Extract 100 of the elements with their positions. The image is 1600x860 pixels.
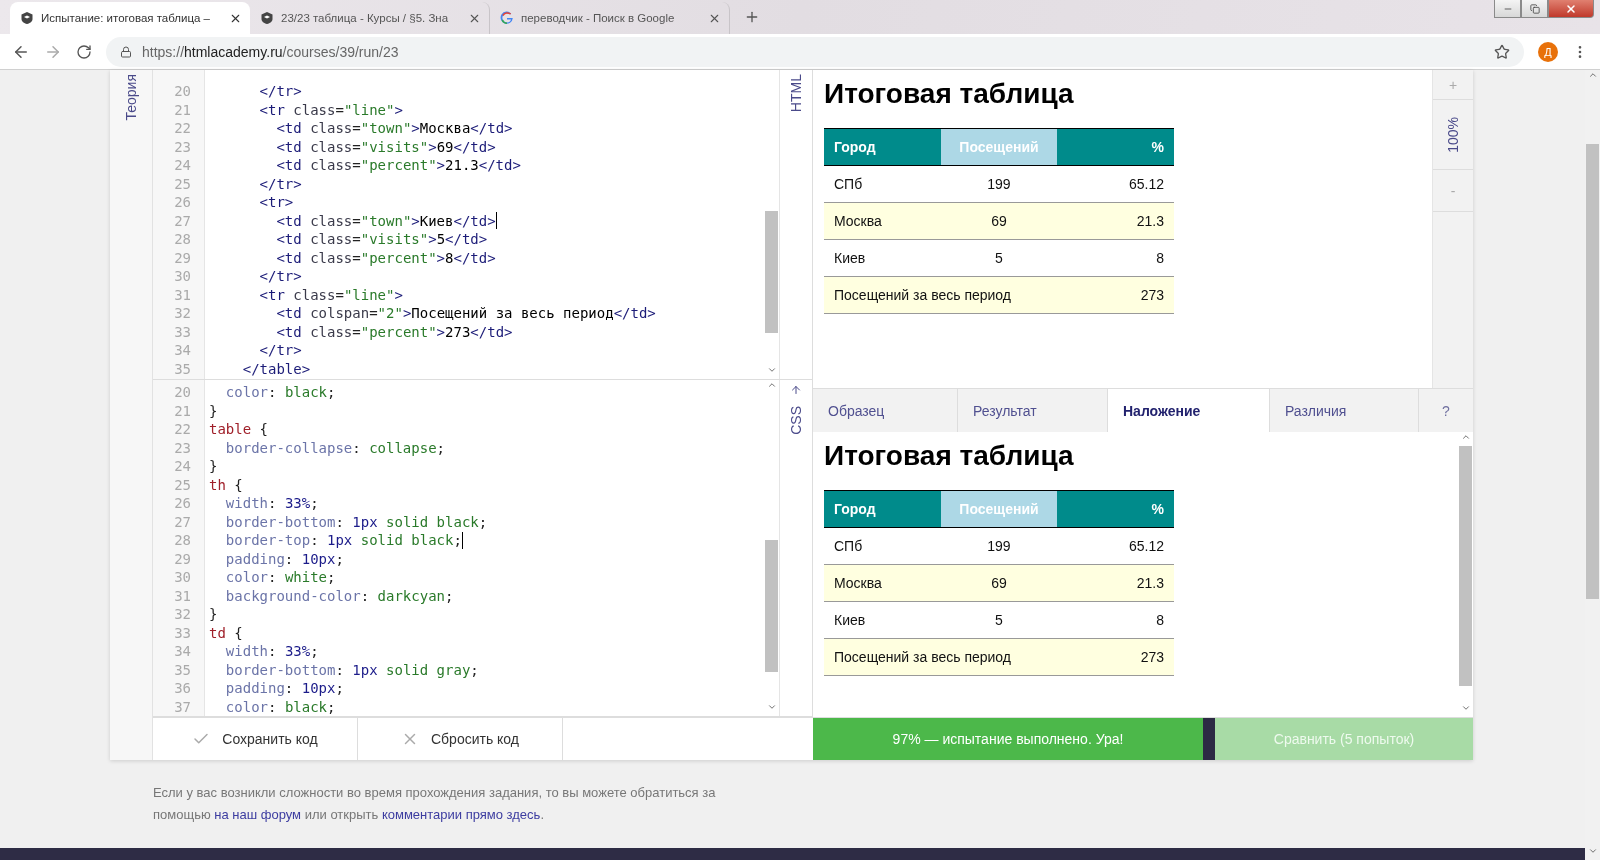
table-header-cell: Посещений	[940, 128, 1058, 166]
link[interactable]: на наш форум	[214, 807, 302, 822]
line-number: 22	[173, 420, 192, 439]
line-number: 23	[173, 137, 192, 156]
line-number: 31	[173, 586, 192, 605]
line-number: 35	[173, 660, 192, 679]
line-number: 34	[173, 642, 192, 661]
table-cell: 21.3	[1057, 202, 1174, 240]
line-number: 35	[173, 359, 192, 378]
code-line: <tr class="line">	[258, 100, 403, 119]
scroll-down-icon[interactable]	[766, 365, 777, 375]
editor-label[interactable]: HTML	[788, 74, 804, 113]
new-tab-icon[interactable]	[744, 9, 760, 25]
theory-tab[interactable]: Теория	[123, 74, 139, 121]
line-number: 30	[173, 267, 192, 286]
minimize-button[interactable]	[1494, 0, 1521, 18]
table-cell: Москва	[824, 564, 941, 602]
shield-icon	[260, 11, 274, 25]
view-tab[interactable]: Наложение	[1108, 389, 1270, 432]
table-cell: Посещений за весь период	[824, 638, 1058, 676]
lock-icon	[120, 45, 132, 58]
code-line: padding: 10px;	[224, 549, 344, 568]
table-cell: 5	[940, 601, 1058, 639]
scroll-down-icon[interactable]	[1460, 703, 1471, 713]
status-banner: 97% — испытание выполнено. Ура!	[813, 718, 1203, 760]
code-line: <td class="visits">5</td>	[275, 230, 488, 249]
zoom-level: 100%	[1445, 116, 1461, 153]
browser-tab[interactable]: Испытание: итоговая таблица –	[10, 2, 250, 34]
code-line: }	[209, 457, 218, 476]
line-number: 34	[173, 341, 192, 360]
table-header-cell: %	[1057, 490, 1174, 528]
code-line: border-bottom: 1px solid gray;	[224, 660, 479, 679]
line-number: 23	[173, 438, 192, 457]
line-number: 27	[173, 211, 192, 230]
line-number: 25	[173, 174, 192, 193]
line-number: 20	[173, 82, 192, 101]
code-line: th {	[209, 475, 243, 494]
reset-button[interactable]: Сбросить код	[358, 718, 563, 760]
line-number: 28	[173, 531, 192, 550]
code-line: width: 33%;	[224, 494, 319, 513]
code-line: border-bottom: 1px solid black;	[224, 512, 488, 531]
table-cell: 69	[940, 202, 1058, 240]
code-line: <td class="percent">273</td>	[275, 322, 513, 341]
line-number: 26	[173, 193, 192, 212]
code-line: </table>	[241, 359, 311, 378]
scroll-up-icon[interactable]	[1460, 432, 1471, 442]
line-number: 30	[173, 568, 192, 587]
line-number: 31	[173, 285, 192, 304]
save-button[interactable]: Сохранить код	[153, 718, 358, 760]
code-line: background-color: darkcyan;	[224, 586, 454, 605]
line-number: 27	[173, 512, 192, 531]
shield-icon	[20, 11, 34, 25]
code-line: <tr>	[258, 193, 294, 212]
code-line: border-collapse: collapse;	[224, 438, 446, 457]
scrollbar[interactable]	[1458, 432, 1473, 717]
scroll-up-icon[interactable]	[1587, 70, 1598, 80]
arrow-up-icon[interactable]	[790, 384, 802, 396]
preview-heading: Итоговая таблица	[824, 439, 1074, 473]
line-number: 25	[173, 475, 192, 494]
table-cell: 8	[1057, 601, 1174, 639]
table-cell: Киев	[824, 601, 941, 639]
code-line: table {	[209, 420, 268, 439]
reload-icon[interactable]	[76, 43, 92, 60]
preview-heading: Итоговая таблица	[824, 77, 1074, 111]
restore-button[interactable]	[1521, 0, 1548, 18]
table-cell: 199	[940, 165, 1058, 203]
scroll-down-icon[interactable]	[1587, 846, 1598, 856]
code-line: <td class="town">Киев</td>	[275, 211, 496, 230]
line-number: 22	[173, 119, 192, 138]
line-number: 24	[173, 457, 192, 476]
code-line: </tr>	[258, 174, 302, 193]
table-header-cell: Город	[824, 128, 941, 166]
line-number: 29	[173, 248, 192, 267]
line-number: 29	[173, 549, 192, 568]
code-line: color: black;	[224, 383, 336, 402]
code-line: <td class="visits">69</td>	[275, 137, 496, 156]
table-header-cell: %	[1057, 128, 1174, 166]
scroll-down-icon[interactable]	[766, 702, 777, 712]
line-number: 32	[173, 605, 192, 624]
table-cell: 65.12	[1057, 165, 1174, 203]
editor-label[interactable]: CSS	[788, 406, 804, 435]
table-cell: Москва	[824, 202, 941, 240]
code-line: </tr>	[258, 82, 302, 101]
code-line: color: white;	[224, 568, 336, 587]
code-line: <td class="town">Москва</td>	[275, 119, 513, 138]
code-line: td {	[209, 623, 243, 642]
line-number: 32	[173, 304, 192, 323]
code-line: }	[209, 605, 218, 624]
star-icon[interactable]	[1494, 43, 1510, 60]
line-number: 36	[173, 679, 192, 698]
code-line: width: 33%;	[224, 642, 319, 661]
table-cell: 21.3	[1057, 564, 1174, 602]
scroll-up-icon[interactable]	[766, 380, 777, 390]
line-number: 21	[173, 401, 192, 420]
code-line: border-top: 1px solid black;	[224, 531, 462, 550]
table-cell: 199	[940, 527, 1058, 565]
close-button[interactable]	[1548, 0, 1594, 18]
address-field[interactable]: https://htmlacademy.ru/courses/39/run/23	[106, 36, 1524, 67]
table-cell: Посещений за весь период	[824, 276, 1058, 314]
table-cell: 69	[940, 564, 1058, 602]
